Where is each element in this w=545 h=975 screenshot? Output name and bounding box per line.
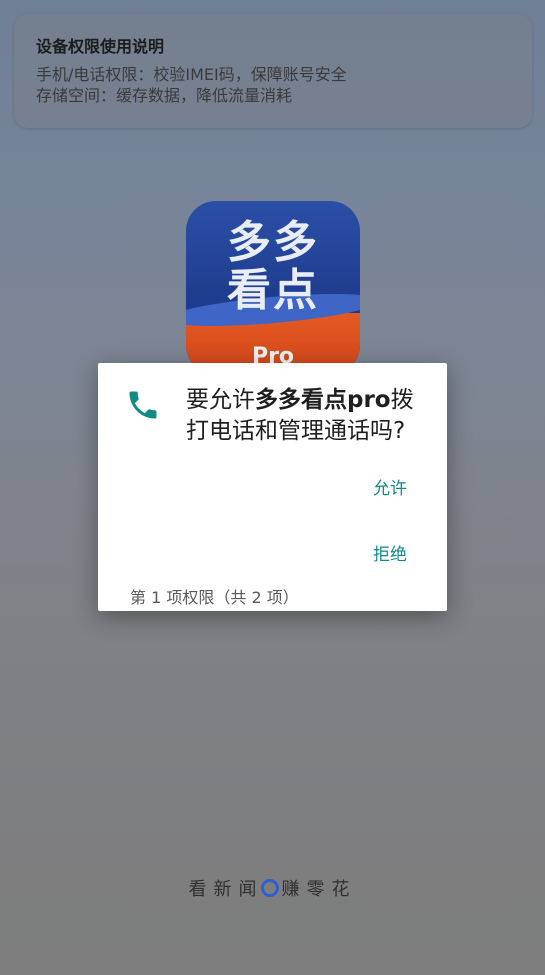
permission-counter: 第 1 项权限（共 2 项） xyxy=(130,588,299,607)
dialog-message: 要允许多多看点pro拨打电话和管理通话吗? xyxy=(186,385,431,447)
banner-title: 设备权限使用说明 xyxy=(36,37,165,56)
phone-icon xyxy=(129,391,157,419)
logo-text-line2: 看点 xyxy=(227,265,319,316)
deny-button[interactable]: 拒绝 xyxy=(373,540,407,565)
slogan: 看新闻 赚零花 xyxy=(0,875,545,901)
dialog-message-prefix: 要允许 xyxy=(186,387,255,413)
slogan-left: 看新闻 xyxy=(188,879,264,900)
allow-button[interactable]: 允许 xyxy=(373,474,407,499)
logo-text: 多多 看点 xyxy=(186,219,360,315)
permission-dialog: 要允许多多看点pro拨打电话和管理通话吗? 允许 拒绝 第 1 项权限（共 2 … xyxy=(98,363,447,611)
banner-storage-permission-line: 存储空间：缓存数据，降低流量消耗 xyxy=(36,86,293,105)
slogan-right: 赚零花 xyxy=(281,879,357,900)
permission-explanation-banner: 设备权限使用说明 手机/电话权限：校验IMEI码，保障账号安全 存储空间：缓存数… xyxy=(14,14,532,128)
dialog-app-name: 多多看点pro xyxy=(255,387,391,413)
banner-phone-permission-line: 手机/电话权限：校验IMEI码，保障账号安全 xyxy=(36,65,347,84)
app-logo: 多多 看点 Pro xyxy=(186,201,360,375)
ring-icon xyxy=(260,879,279,897)
logo-text-line1: 多多 xyxy=(227,217,319,268)
